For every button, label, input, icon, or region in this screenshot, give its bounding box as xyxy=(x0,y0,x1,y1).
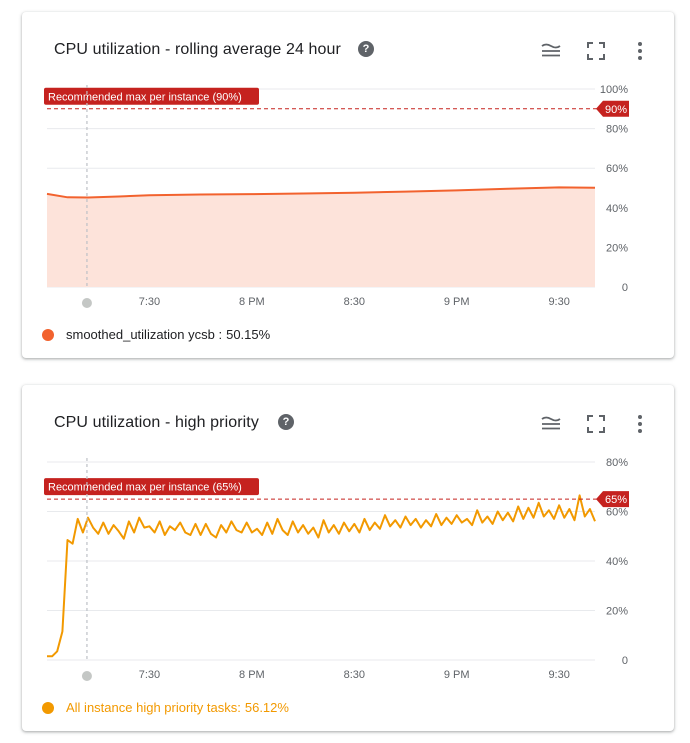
y-tick-label: 0 xyxy=(622,655,628,667)
x-tick-label: 9 PM xyxy=(444,669,470,681)
chart-card-high-priority: CPU utilization - high priority ? 0 20% 40… xyxy=(22,385,674,731)
legend-series-name: All instance high priority tasks: xyxy=(66,700,241,715)
threshold-label: Recommended max per instance (90%) xyxy=(44,87,259,105)
y-tick-label: 0 xyxy=(622,282,628,294)
threshold-label-text: Recommended max per instance (90%) xyxy=(48,91,242,103)
series-line xyxy=(47,494,596,658)
legend-series-name: smoothed_utilization ycsb : xyxy=(66,327,223,342)
y-tick-label: 60% xyxy=(606,507,628,519)
y-tick-label: 40% xyxy=(606,203,628,215)
x-tick-label: 8:30 xyxy=(344,296,365,308)
x-tick-label: 9:30 xyxy=(548,669,569,681)
x-tick-label: 8:30 xyxy=(344,669,365,681)
x-tick-label: 8 PM xyxy=(239,669,265,681)
x-tick-label: 7:30 xyxy=(139,669,160,681)
y-tick-label: 20% xyxy=(606,606,628,618)
cursor-handle[interactable] xyxy=(81,298,92,308)
chart-plot[interactable]: 0 20% 40% 60% 80% 100% 7:30 8 PM 8:30 9 PM 9:30 Rec… xyxy=(22,12,674,358)
threshold-tag-text: 90% xyxy=(605,104,627,116)
x-tick-label: 9:30 xyxy=(548,296,569,308)
series-area xyxy=(47,187,595,287)
threshold-tag: 90% xyxy=(596,100,629,117)
y-tick-label: 60% xyxy=(606,163,628,175)
cursor-handle[interactable] xyxy=(81,671,92,681)
y-tick-label: 80% xyxy=(606,124,628,136)
legend-series-value: 50.15% xyxy=(226,327,271,342)
threshold-label: Recommended max per instance (65%) xyxy=(44,478,259,496)
legend-swatch xyxy=(42,328,54,341)
chart-plot[interactable]: 0 20% 40% 60% 80% 7:30 8 PM 8:30 9 PM 9:30 Recomme… xyxy=(22,385,674,731)
legend: All instance high priority tasks: 56.12% xyxy=(42,700,289,715)
y-tick-label: 100% xyxy=(600,84,628,96)
threshold-tag: 65% xyxy=(596,491,629,508)
y-tick-label: 80% xyxy=(606,457,628,469)
legend: smoothed_utilization ycsb : 50.15% xyxy=(42,327,270,342)
x-tick-label: 9 PM xyxy=(444,296,470,308)
y-tick-label: 40% xyxy=(606,556,628,568)
legend-series-value: 56.12% xyxy=(244,700,289,715)
threshold-label-text: Recommended max per instance (65%) xyxy=(48,482,242,494)
threshold-tag-text: 65% xyxy=(605,494,627,506)
x-tick-label: 7:30 xyxy=(139,296,160,308)
y-tick-label: 20% xyxy=(606,242,628,254)
chart-card-rolling-average: CPU utilization - rolling average 24 hou… xyxy=(22,12,674,358)
legend-swatch xyxy=(42,701,54,714)
x-tick-label: 8 PM xyxy=(239,296,265,308)
